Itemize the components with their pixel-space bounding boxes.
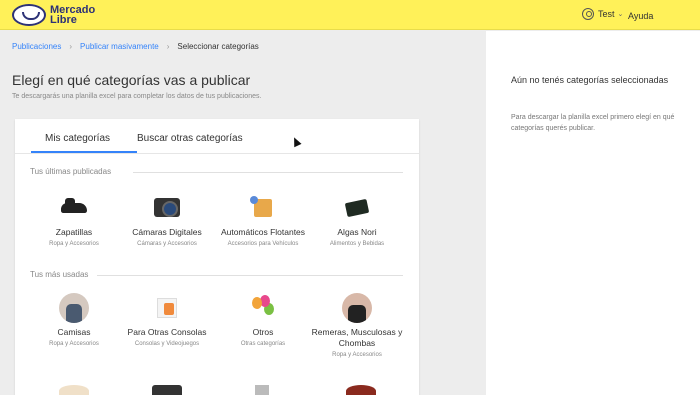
category-parent: Otras categorías: [240, 341, 286, 347]
chevron-right-icon: ›: [69, 42, 73, 51]
chevron-down-icon: ⌄: [617, 11, 624, 18]
header: Mercado Libre Test ⌄ Ayuda: [0, 0, 700, 30]
category-item-zapatillas[interactable]: Zapatillas Ropa y Accesorios: [28, 193, 120, 247]
section-label-recent: Tus últimas publicadas: [30, 167, 112, 176]
selection-panel: Aún no tenés categorías seleccionadas Pa…: [486, 31, 700, 395]
category-item-otros[interactable]: Otros Otras categorías: [217, 293, 309, 347]
tshirt-icon: [342, 293, 372, 323]
categories-card: Mis categorías Buscar otras categorías T…: [15, 119, 419, 395]
active-tab-indicator: [31, 151, 137, 153]
user-menu[interactable]: Test ⌄: [582, 8, 623, 20]
category-name: Algas Nori: [337, 227, 377, 237]
tab-mis-categorias[interactable]: Mis categorías: [45, 133, 110, 144]
mercadolibre-logo[interactable]: Mercado Libre: [12, 4, 110, 26]
category-parent: Ropa y Accesorios: [49, 341, 99, 347]
category-name: Camisas: [57, 327, 91, 337]
category-name: Otros: [252, 327, 274, 337]
category-name: Cámaras Digitales: [132, 227, 202, 237]
category-item-camisas[interactable]: Camisas Ropa y Accesorios: [28, 293, 120, 347]
category-parent: Ropa y Accesorios: [332, 352, 382, 358]
category-parent: Alimentos y Bebidas: [329, 241, 385, 247]
breadcrumb: Publicaciones › Publicar masivamente › S…: [12, 42, 259, 51]
shoe-icon: [59, 193, 89, 223]
category-parent: Ropa y Accesorios: [49, 241, 99, 247]
breadcrumb-publicaciones[interactable]: Publicaciones: [12, 42, 61, 51]
camera-icon: [152, 193, 182, 223]
float-switch-icon: [248, 193, 278, 223]
tab-buscar-otras-categorias[interactable]: Buscar otras categorías: [137, 133, 243, 144]
divider: [133, 172, 403, 173]
category-parent: Consolas y Videojuegos: [134, 341, 200, 347]
user-icon: [582, 8, 594, 20]
category-name: Para Otras Consolas: [127, 327, 207, 337]
chevron-right-icon: ›: [166, 42, 170, 51]
category-parent: Accesorios para Vehículos: [227, 241, 299, 247]
category-image-partial: [152, 385, 182, 395]
category-item-camaras-digitales[interactable]: Cámaras Digitales Cámaras y Accesorios: [121, 193, 213, 247]
console-icon: [152, 293, 182, 323]
category-item-automaticos-flotantes[interactable]: Automáticos Flotantes Accesorios para Ve…: [217, 193, 309, 247]
category-name: Automáticos Flotantes: [220, 227, 306, 237]
handshake-icon: [12, 4, 46, 26]
selection-panel-text: Para descargar la planilla excel primero…: [511, 114, 675, 132]
category-image-partial: [346, 385, 376, 395]
shirt-icon: [59, 293, 89, 323]
page-subtitle: Te descargarás una planilla excel para c…: [12, 93, 262, 100]
category-item-algas-nori[interactable]: Algas Nori Alimentos y Bebidas: [311, 193, 403, 247]
user-name: Test: [598, 9, 615, 19]
category-item-remeras[interactable]: Remeras, Musculosas y Chombas Ropa y Acc…: [307, 293, 407, 358]
breadcrumb-current: Seleccionar categorías: [177, 42, 259, 51]
selection-panel-title: Aún no tenés categorías seleccionadas: [511, 75, 669, 85]
category-parent: Cámaras y Accesorios: [137, 241, 197, 247]
category-name: Remeras, Musculosas y Chombas: [311, 327, 403, 348]
divider: [97, 275, 403, 276]
breadcrumb-publicar-masivamente[interactable]: Publicar masivamente: [80, 42, 159, 51]
category-image-partial: [59, 385, 89, 395]
category-name: Zapatillas: [55, 227, 93, 237]
balloons-icon: [248, 293, 278, 323]
tabs: Mis categorías Buscar otras categorías: [15, 119, 419, 154]
nori-icon: [342, 193, 372, 223]
logo-text: Mercado Libre: [50, 4, 96, 26]
category-image-partial: [255, 385, 269, 395]
help-link[interactable]: Ayuda: [628, 11, 653, 21]
category-item-para-otras-consolas[interactable]: Para Otras Consolas Consolas y Videojueg…: [121, 293, 213, 347]
section-label-most-used: Tus más usadas: [30, 270, 89, 279]
page-title: Elegí en qué categorías vas a publicar: [12, 72, 251, 88]
